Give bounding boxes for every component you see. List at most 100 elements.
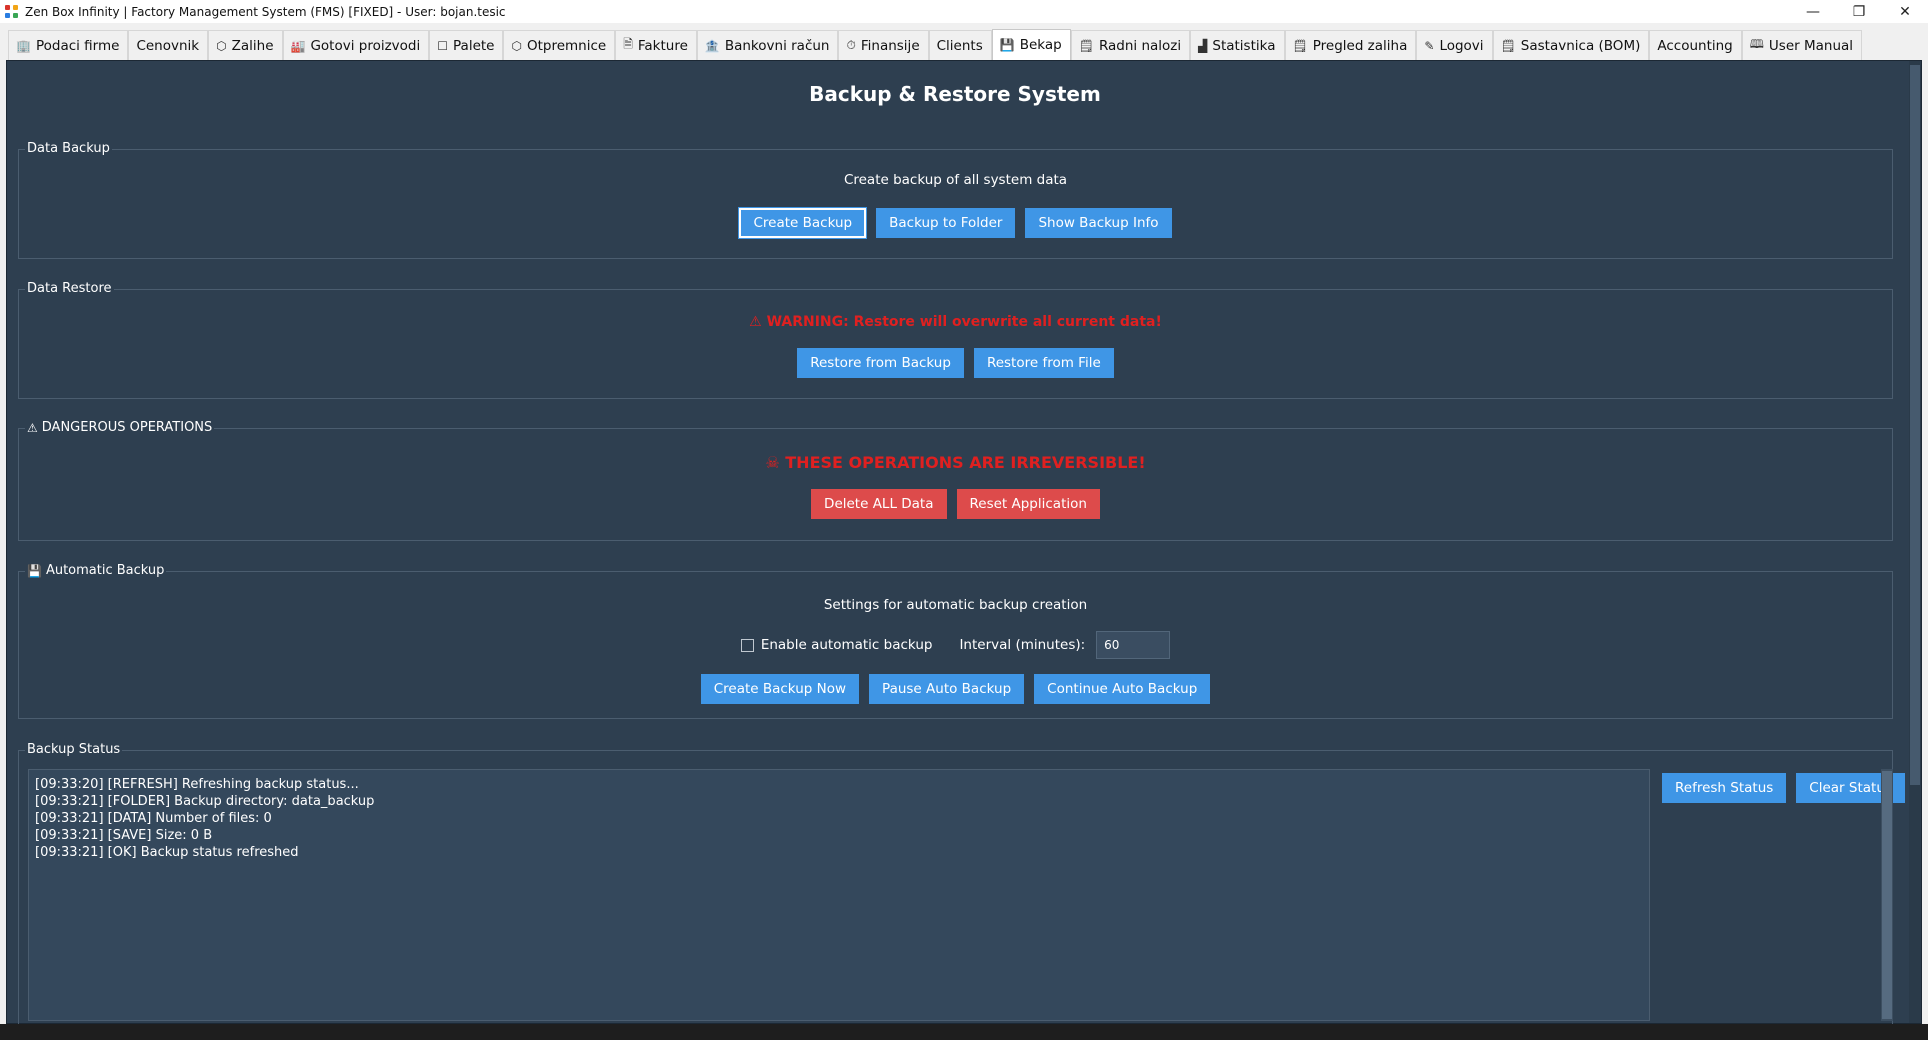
backup-status-group: Backup Status [09:33:20] [REFRESH] Refre…	[18, 742, 1905, 1025]
irreversible-warning: ☠ THESE OPERATIONS ARE IRREVERSIBLE!	[19, 453, 1892, 472]
restore-warning: ⚠ WARNING: Restore will overwrite all cu…	[19, 314, 1892, 330]
interval-input[interactable]: 60	[1096, 631, 1171, 659]
data-backup-group: Data Backup Create backup of all system …	[18, 141, 1893, 259]
log-line: [09:33:21] [SAVE] Size: 0 B	[35, 828, 213, 843]
tab-label: Logovi	[1439, 37, 1484, 54]
taskbar-strip	[0, 1024, 1928, 1040]
tab-label: Pregled zaliha	[1312, 37, 1408, 54]
tab-sastavnica-bom[interactable]: 🗒 Sastavnica (BOM)	[1492, 30, 1650, 60]
restore-from-backup-button[interactable]: Restore from Backup	[797, 348, 964, 378]
tab-palete[interactable]: ☐ Palete	[429, 30, 504, 60]
window-title: Zen Box Infinity | Factory Management Sy…	[25, 4, 506, 19]
tab-clients[interactable]: Clients	[928, 30, 992, 60]
work-order-icon: 🗒	[1078, 38, 1094, 53]
log-line: [09:33:21] [FOLDER] Backup directory: da…	[35, 794, 375, 809]
group-legend: Data Backup	[25, 141, 112, 156]
tab-label: Radni nalozi	[1098, 37, 1182, 54]
enable-auto-backup-label[interactable]: Enable automatic backup	[761, 637, 933, 653]
tab-label: Gotovi proizvodi	[310, 37, 421, 54]
dangerous-operations-group: ⚠ DANGEROUS OPERATIONS ☠ THESE OPERATION…	[18, 420, 1893, 541]
tab-label: Palete	[453, 37, 495, 54]
tab-label: Podaci firme	[35, 37, 120, 54]
book-icon: 🕮	[1749, 37, 1764, 51]
chart-icon: ▟	[1198, 38, 1208, 53]
tab-user-manual[interactable]: 🕮 User Manual	[1741, 30, 1863, 60]
close-button[interactable]: ✕	[1882, 0, 1928, 23]
save-icon: 💾	[27, 563, 42, 578]
log-scrollbar-thumb[interactable]	[1882, 771, 1892, 1019]
maximize-button[interactable]: ❐	[1836, 0, 1882, 23]
create-backup-button[interactable]: Create Backup	[739, 208, 867, 238]
tab-podaci-firme[interactable]: 🏢 Podaci firme	[8, 30, 129, 60]
tab-label: Statistika	[1212, 37, 1276, 54]
tab-strip: 🏢 Podaci firme Cenovnik ⬡ Zalihe 🏭 Gotovi proi…	[0, 23, 1928, 60]
create-backup-now-button[interactable]: Create Backup Now	[700, 674, 860, 704]
data-backup-description: Create backup of all system data	[843, 172, 1068, 188]
tab-bankovni-ra-un[interactable]: 🏦 Bankovni račun	[696, 30, 839, 60]
minimize-button[interactable]: —	[1790, 0, 1836, 23]
tab-zalihe[interactable]: ⬡ Zalihe	[208, 30, 283, 60]
backup-status-legend: Backup Status	[27, 742, 121, 757]
backup-to-folder-button[interactable]: Backup to Folder	[876, 208, 1016, 238]
data-restore-group: Data Restore ⚠ WARNING: Restore will ove…	[18, 281, 1893, 399]
tab-bekap[interactable]: 💾 Bekap	[991, 29, 1071, 60]
tab-finansije[interactable]: ⏱ Finansije	[838, 30, 929, 60]
group-legend: Backup Status	[25, 742, 123, 757]
page-scrollbar[interactable]	[1909, 61, 1921, 1023]
data-restore-legend: Data Restore	[27, 281, 112, 296]
interval-label: Interval (minutes):	[959, 637, 1086, 653]
dangerous-operations-legend: DANGEROUS OPERATIONS	[41, 420, 213, 435]
irreversible-warning-text: THESE OPERATIONS ARE IRREVERSIBLE!	[785, 453, 1146, 472]
refresh-status-button[interactable]: Refresh Status	[1662, 773, 1787, 803]
warning-icon: ⚠	[749, 314, 762, 330]
bom-icon: 🗒	[1500, 38, 1516, 53]
enable-auto-backup-checkbox[interactable]	[740, 638, 754, 652]
tab-fakture[interactable]: 🗎 Fakture	[615, 30, 697, 60]
tab-label: Accounting	[1657, 37, 1733, 54]
restore-from-file-button[interactable]: Restore from File	[973, 348, 1114, 378]
tab-accounting[interactable]: Accounting	[1649, 30, 1742, 60]
auto-backup-description: Settings for automatic backup creation	[823, 597, 1088, 613]
tab-gotovi-proizvodi[interactable]: 🏭 Gotovi proizvodi	[282, 30, 430, 60]
pause-auto-backup-button[interactable]: Pause Auto Backup	[869, 674, 1025, 704]
finance-icon: ⏱	[846, 38, 856, 52]
tab-pregled-zaliha[interactable]: 🗒 Pregled zaliha	[1284, 30, 1417, 60]
reset-application-button[interactable]: Reset Application	[956, 489, 1100, 519]
delete-all-data-button[interactable]: Delete ALL Data	[811, 489, 947, 519]
group-legend: 💾 Automatic Backup	[25, 563, 167, 578]
package-icon: ⬡	[511, 38, 522, 53]
skull-icon: ☠	[765, 453, 780, 472]
log-line: [09:33:21] [OK] Backup status refreshed	[35, 845, 299, 860]
show-backup-info-button[interactable]: Show Backup Info	[1025, 208, 1172, 238]
window-title-bar: Zen Box Infinity | Factory Management Sy…	[0, 0, 1928, 23]
log-scrollbar[interactable]	[1881, 769, 1893, 1021]
clipboard-icon: 🗒	[1292, 38, 1308, 53]
building-icon: 🏢	[16, 38, 31, 53]
tab-statistika[interactable]: ▟ Statistika	[1190, 30, 1285, 60]
backup-status-log[interactable]: [09:33:20] [REFRESH] Refreshing backup s…	[28, 769, 1650, 1021]
tab-otpremnice[interactable]: ⬡ Otpremnice	[503, 30, 616, 60]
tab-logovi[interactable]: ✎ Logovi	[1416, 30, 1493, 60]
tab-cenovnik[interactable]: Cenovnik	[128, 30, 209, 60]
tab-label: Otpremnice	[526, 37, 607, 54]
tab-radni-nalozi[interactable]: 🗒 Radni nalozi	[1070, 30, 1191, 60]
save-icon: 💾	[999, 38, 1015, 52]
log-icon: ✎	[1424, 38, 1435, 53]
tab-label: Clients	[936, 37, 983, 54]
pallet-icon: ☐	[437, 38, 449, 53]
tab-list: 🏢 Podaci firme Cenovnik ⬡ Zalihe 🏭 Gotovi proi…	[8, 29, 1863, 60]
log-line: [09:33:20] [REFRESH] Refreshing backup s…	[35, 777, 359, 792]
warning-icon: ⚠	[27, 420, 38, 435]
backup-page: Backup & Restore System Data Backup Crea…	[6, 60, 1922, 1025]
page-scrollbar-thumb[interactable]	[1910, 65, 1920, 785]
group-legend: ⚠ DANGEROUS OPERATIONS	[25, 420, 215, 435]
box-icon: ⬡	[216, 38, 227, 53]
tab-label: Fakture	[637, 37, 688, 54]
continue-auto-backup-button[interactable]: Continue Auto Backup	[1034, 674, 1211, 704]
tab-label: Zalihe	[231, 37, 274, 54]
tab-label: Finansije	[860, 37, 920, 54]
automatic-backup-group: 💾 Automatic Backup Settings for automati…	[18, 563, 1893, 719]
factory-icon: 🏭	[290, 38, 306, 53]
automatic-backup-legend: Automatic Backup	[45, 563, 165, 578]
app-logo-icon	[5, 4, 19, 19]
